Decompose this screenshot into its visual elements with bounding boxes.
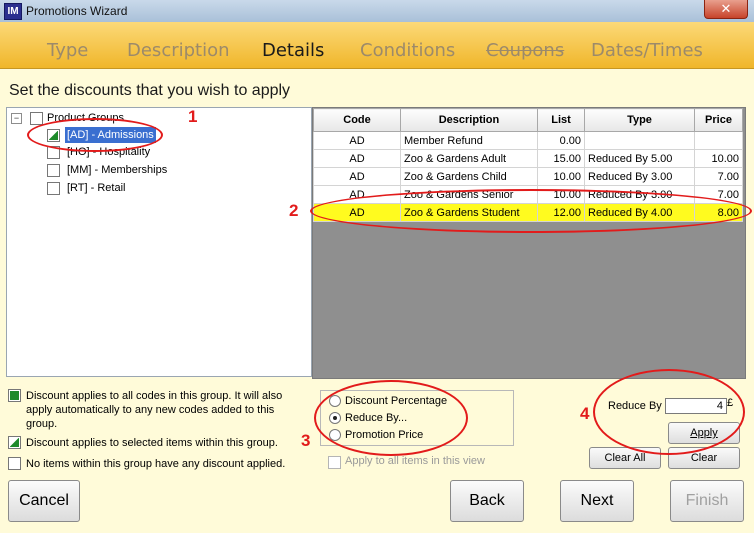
table-row[interactable]: AD Zoo & Gardens Child 10.00 Reduced By … (313, 167, 743, 186)
annotation-number-2: 2 (289, 201, 299, 220)
details-panel: Set the discounts that you wish to apply… (0, 69, 754, 533)
cell-description: Member Refund (400, 131, 538, 150)
tree-item-label: [MM] - Memberships (67, 164, 168, 176)
close-button[interactable]: ✕ (704, 0, 748, 19)
cell-list: 10.00 (537, 167, 585, 186)
legend-full-text: Discount applies to all codes in this gr… (26, 390, 283, 430)
column-header-list[interactable]: List (537, 108, 585, 132)
tab-dates-times[interactable]: Dates/Times (591, 40, 703, 61)
legend-partial-text: Discount applies to selected items withi… (26, 437, 278, 449)
memberships-checkbox[interactable] (47, 164, 60, 177)
window-title: Promotions Wizard (26, 4, 128, 18)
next-button[interactable]: Next (560, 480, 634, 522)
cell-description: Zoo & Gardens Child (400, 167, 538, 186)
apply-all-label: Apply to all items in this view (345, 455, 485, 467)
wizard-steps: Type Description Details Conditions Coup… (0, 22, 754, 69)
annotation-ellipse-4 (593, 369, 745, 455)
annotation-ellipse-3 (314, 380, 468, 456)
title-bar: IM Promotions Wizard ✕ (0, 0, 754, 23)
legend-none-text: No items within this group have any disc… (26, 458, 286, 470)
back-button[interactable]: Back (450, 480, 524, 522)
column-header-description[interactable]: Description (400, 108, 538, 132)
cancel-button[interactable]: Cancel (8, 480, 80, 522)
tab-coupons: Coupons (486, 40, 565, 61)
column-header-code[interactable]: Code (313, 108, 401, 132)
cell-list: 0.00 (537, 131, 585, 150)
cell-description: Zoo & Gardens Adult (400, 149, 538, 168)
cell-type (584, 131, 695, 150)
annotation-ellipse-2 (310, 189, 752, 233)
cell-type: Reduced By 5.00 (584, 149, 695, 168)
annotation-number-4: 4 (580, 404, 590, 423)
empty-check-icon (8, 457, 21, 470)
partial-check-icon (8, 436, 21, 449)
annotation-ellipse-1 (27, 118, 163, 152)
app-icon: IM (4, 3, 22, 20)
column-header-type[interactable]: Type (584, 108, 695, 132)
tab-type[interactable]: Type (47, 40, 88, 61)
table-row[interactable]: AD Zoo & Gardens Adult 15.00 Reduced By … (313, 149, 743, 168)
tab-description[interactable]: Description (127, 40, 230, 61)
collapse-icon[interactable]: − (11, 113, 22, 124)
apply-all-checkbox (328, 456, 341, 469)
tree-item-retail[interactable]: [RT] - Retail (47, 180, 297, 196)
cell-code: AD (313, 149, 401, 168)
table-header-row: Code Description List Type Price (313, 108, 743, 132)
page-heading: Set the discounts that you wish to apply (9, 82, 291, 99)
cell-type: Reduced By 3.00 (584, 167, 695, 186)
cell-code: AD (313, 131, 401, 150)
cell-price: 10.00 (694, 149, 743, 168)
annotation-number-1: 1 (188, 107, 198, 126)
root-checkbox[interactable] (30, 112, 43, 125)
annotation-number-3: 3 (301, 431, 311, 450)
tree-item-memberships[interactable]: [MM] - Memberships (47, 162, 297, 178)
finish-button[interactable]: Finish (670, 480, 744, 522)
column-header-price[interactable]: Price (694, 108, 743, 132)
cell-price (694, 131, 743, 150)
cell-list: 15.00 (537, 149, 585, 168)
tab-conditions[interactable]: Conditions (360, 40, 455, 61)
items-grid[interactable]: Code Description List Type Price AD Memb… (312, 107, 746, 379)
retail-checkbox[interactable] (47, 182, 60, 195)
full-check-icon (8, 389, 21, 402)
tab-details[interactable]: Details (262, 40, 324, 61)
table-row[interactable]: AD Member Refund 0.00 (313, 131, 743, 150)
cell-code: AD (313, 167, 401, 186)
cell-price: 7.00 (694, 167, 743, 186)
tree-item-label: [RT] - Retail (67, 182, 126, 194)
